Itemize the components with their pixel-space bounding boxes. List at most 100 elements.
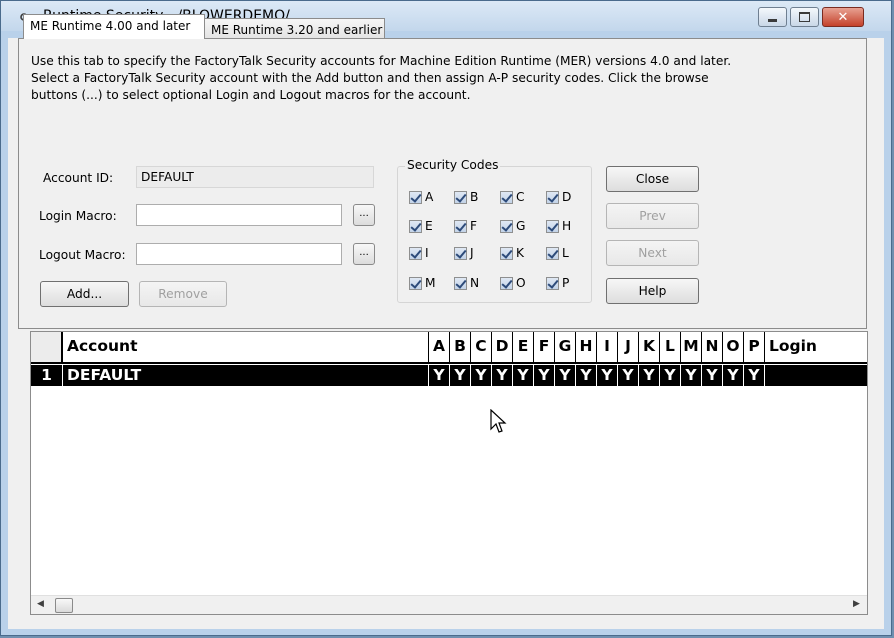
checkbox-icon <box>500 246 513 260</box>
checkbox-icon <box>454 276 467 290</box>
column-header-o[interactable]: O <box>723 332 744 364</box>
code-cell[interactable]: Y <box>471 365 492 386</box>
tab-me-runtime-4[interactable]: ME Runtime 4.00 and later <box>23 14 205 39</box>
remove-button[interactable]: Remove <box>139 281 227 307</box>
column-header-e[interactable]: E <box>513 332 534 364</box>
code-i-checkbox[interactable]: I <box>409 246 429 260</box>
prev-button[interactable]: Prev <box>606 203 699 229</box>
code-cell[interactable]: Y <box>555 365 576 386</box>
column-header-p[interactable]: P <box>744 332 765 364</box>
column-header-b[interactable]: B <box>450 332 471 364</box>
code-cell[interactable]: Y <box>702 365 723 386</box>
code-cell[interactable]: Y <box>534 365 555 386</box>
code-m-checkbox[interactable]: M <box>409 276 436 290</box>
code-g-checkbox[interactable]: G <box>500 219 525 233</box>
help-button[interactable]: Help <box>606 278 699 304</box>
code-b-checkbox[interactable]: B <box>454 190 478 204</box>
logout-macro-input[interactable] <box>136 243 342 265</box>
checkbox-label: N <box>470 276 480 290</box>
code-cell[interactable]: Y <box>639 365 660 386</box>
scroll-left-icon[interactable]: ◀ <box>37 599 44 609</box>
horizontal-scrollbar[interactable]: ◀ ▶ <box>31 595 867 614</box>
code-j-checkbox[interactable]: J <box>454 246 474 260</box>
code-cell[interactable]: Y <box>513 365 534 386</box>
table-row[interactable]: 1 DEFAULT Y Y Y Y Y Y Y Y Y Y Y Y Y Y Y … <box>31 365 867 386</box>
add-button[interactable]: Add... <box>40 281 129 307</box>
checkbox-icon <box>409 246 422 260</box>
checkbox-label: A <box>425 190 434 204</box>
code-cell[interactable]: Y <box>576 365 597 386</box>
column-header-login[interactable]: Login <box>765 332 867 364</box>
code-o-checkbox[interactable]: O <box>500 276 526 290</box>
mouse-pointer-icon <box>490 409 507 433</box>
checkbox-label: O <box>516 276 526 290</box>
code-d-checkbox[interactable]: D <box>546 190 571 204</box>
column-header-h[interactable]: H <box>576 332 597 364</box>
checkbox-label: E <box>425 219 433 233</box>
code-cell[interactable]: Y <box>681 365 702 386</box>
column-header-c[interactable]: C <box>471 332 492 364</box>
code-cell[interactable]: Y <box>618 365 639 386</box>
checkbox-icon <box>409 190 422 204</box>
logout-macro-browse-button[interactable]: ... <box>353 243 375 265</box>
minimize-icon <box>768 18 777 22</box>
column-header-m[interactable]: M <box>681 332 702 364</box>
code-cell[interactable]: Y <box>660 365 681 386</box>
minimize-button[interactable] <box>758 7 787 27</box>
code-k-checkbox[interactable]: K <box>500 246 524 260</box>
scroll-thumb[interactable] <box>55 598 73 613</box>
row-number: 1 <box>31 365 63 386</box>
code-e-checkbox[interactable]: E <box>409 219 433 233</box>
checkbox-icon <box>500 190 513 204</box>
checkbox-icon <box>546 276 559 290</box>
column-header-n[interactable]: N <box>702 332 723 364</box>
description-line: Select a FactoryTalk Security account wi… <box>31 71 709 85</box>
checkbox-label: C <box>516 190 525 204</box>
tab-me-runtime-3[interactable]: ME Runtime 3.20 and earlier <box>204 18 385 40</box>
column-header-g[interactable]: G <box>555 332 576 364</box>
column-header-d[interactable]: D <box>492 332 513 364</box>
column-header-f[interactable]: F <box>534 332 555 364</box>
column-header-l[interactable]: L <box>660 332 681 364</box>
checkbox-label: D <box>562 190 572 204</box>
description-line: buttons (...) to select optional Login a… <box>31 88 471 102</box>
scroll-right-icon[interactable]: ▶ <box>853 599 860 609</box>
column-header-k[interactable]: K <box>639 332 660 364</box>
account-cell[interactable]: DEFAULT <box>63 365 429 386</box>
checkbox-label: K <box>516 246 524 260</box>
code-cell[interactable]: Y <box>492 365 513 386</box>
code-cell[interactable]: Y <box>723 365 744 386</box>
checkbox-icon <box>409 219 422 233</box>
code-p-checkbox[interactable]: P <box>546 276 569 290</box>
code-n-checkbox[interactable]: N <box>454 276 479 290</box>
column-header-i[interactable]: I <box>597 332 618 364</box>
checkbox-label: L <box>562 246 569 260</box>
code-l-checkbox[interactable]: L <box>546 246 569 260</box>
column-header-a[interactable]: A <box>429 332 450 364</box>
code-cell[interactable]: Y <box>744 365 765 386</box>
code-f-checkbox[interactable]: F <box>454 219 477 233</box>
maximize-button[interactable] <box>790 7 819 27</box>
grid-corner-header <box>31 332 63 364</box>
login-macro-browse-button[interactable]: ... <box>353 204 375 226</box>
code-h-checkbox[interactable]: H <box>546 219 571 233</box>
code-c-checkbox[interactable]: C <box>500 190 525 204</box>
login-cell[interactable] <box>765 365 867 386</box>
code-a-checkbox[interactable]: A <box>409 190 433 204</box>
checkbox-label: M <box>425 276 436 290</box>
checkbox-label: H <box>562 219 572 233</box>
checkbox-icon <box>454 246 467 260</box>
column-header-j[interactable]: J <box>618 332 639 364</box>
code-cell[interactable]: Y <box>429 365 450 386</box>
code-cell[interactable]: Y <box>450 365 471 386</box>
next-button[interactable]: Next <box>606 240 699 266</box>
checkbox-label: J <box>470 246 474 260</box>
column-header-account[interactable]: Account <box>63 332 429 364</box>
close-button[interactable]: Close <box>606 166 699 192</box>
login-macro-input[interactable] <box>136 204 342 226</box>
code-cell[interactable]: Y <box>597 365 618 386</box>
accounts-grid[interactable]: Account A B C D E F G H I J K L M N O P … <box>30 331 868 615</box>
checkbox-label: B <box>470 190 479 204</box>
runtime-security-window: Runtime Security - /BLOWERDEMO/ ✕ ME Run… <box>0 0 892 636</box>
close-window-button[interactable]: ✕ <box>822 7 864 27</box>
